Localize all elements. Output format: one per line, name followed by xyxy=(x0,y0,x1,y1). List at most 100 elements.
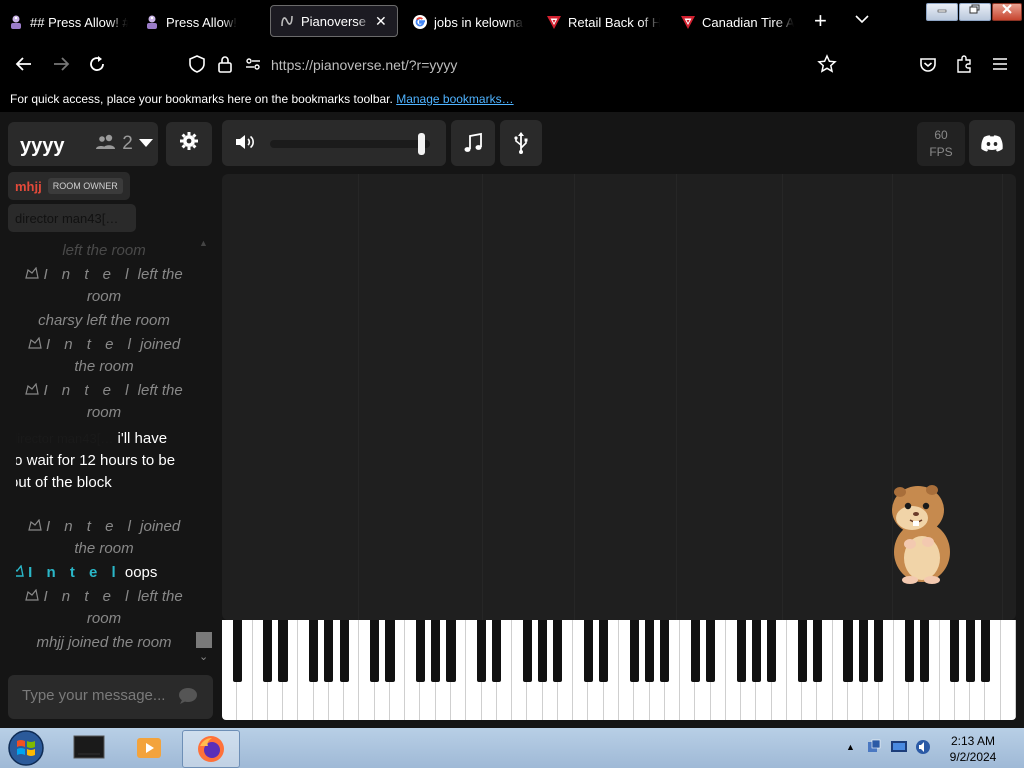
tab-pianoverse[interactable]: Pianoverse - yy ✕ xyxy=(270,5,398,37)
user-badge-icon xyxy=(25,588,43,605)
taskbar-app-terminal[interactable] xyxy=(66,730,112,766)
chat-message: mhjj joined the room xyxy=(16,632,192,654)
tray-volume-icon[interactable] xyxy=(914,739,932,760)
chat-message: charsy left the room xyxy=(16,310,192,332)
url-bar[interactable]: https://pianoverse.net/?r=yyyy xyxy=(271,57,457,73)
black-key[interactable] xyxy=(644,620,655,682)
user-badge-icon xyxy=(16,564,28,581)
black-key[interactable] xyxy=(950,620,960,682)
tab-canadian-tire[interactable]: Canadian Tire Ap xyxy=(680,6,794,38)
black-key[interactable] xyxy=(263,620,273,682)
black-key[interactable] xyxy=(446,620,456,682)
black-key[interactable] xyxy=(476,620,487,682)
piano-keyboard[interactable] xyxy=(222,620,1016,720)
volume-slider-handle[interactable] xyxy=(418,133,425,155)
black-key[interactable] xyxy=(339,620,349,682)
chat-bubble-icon[interactable] xyxy=(178,687,198,710)
black-key[interactable] xyxy=(751,620,761,682)
black-key[interactable] xyxy=(385,620,395,682)
black-key[interactable] xyxy=(660,620,670,682)
black-key[interactable] xyxy=(706,620,716,682)
black-key[interactable] xyxy=(904,620,914,682)
black-key[interactable] xyxy=(583,620,594,682)
black-key[interactable] xyxy=(843,620,853,682)
black-key[interactable] xyxy=(767,620,777,682)
room-selector[interactable]: yyyy 2 xyxy=(8,122,158,166)
black-key[interactable] xyxy=(965,620,975,682)
system-clock[interactable]: 2:13 AM 9/2/2024 xyxy=(942,733,1004,765)
music-note-icon xyxy=(451,120,495,166)
tray-display-icon[interactable] xyxy=(890,739,908,760)
shield-icon[interactable] xyxy=(188,54,206,78)
volume-icon[interactable] xyxy=(234,132,256,157)
tab-press-allow-1[interactable]: ## Press Allow! # xyxy=(8,6,128,38)
volume-slider[interactable] xyxy=(270,133,430,155)
scroll-up-icon[interactable]: ▲ xyxy=(199,238,208,248)
black-key[interactable] xyxy=(522,620,532,682)
black-key[interactable] xyxy=(492,620,502,682)
bookmark-star-icon[interactable] xyxy=(817,54,837,78)
discord-button[interactable] xyxy=(969,120,1015,166)
user-chip[interactable]: director man43[… xyxy=(8,204,136,232)
black-key[interactable] xyxy=(278,620,288,682)
show-hidden-icons[interactable]: ▲ xyxy=(846,742,855,752)
back-icon[interactable] xyxy=(14,54,34,78)
new-tab-button[interactable]: + xyxy=(814,10,827,32)
menu-icon[interactable] xyxy=(991,54,1009,78)
fps-value: 60 xyxy=(934,128,948,142)
hamster-image xyxy=(888,480,958,589)
minimize-button[interactable] xyxy=(926,3,958,21)
clock-date: 9/2/2024 xyxy=(949,750,997,764)
chevron-down-icon[interactable] xyxy=(138,136,154,152)
black-key[interactable] xyxy=(690,620,700,682)
permissions-icon[interactable] xyxy=(244,54,262,78)
white-key[interactable] xyxy=(1001,620,1016,720)
chat-user-name: I n t e l xyxy=(28,564,121,581)
tab-title: Pianoverse - yy xyxy=(301,13,371,29)
tray-network-icon[interactable] xyxy=(866,739,882,760)
close-tab-icon[interactable]: ✕ xyxy=(375,13,387,30)
tab-press-allow-2[interactable]: Press Allow! xyxy=(144,6,256,38)
pocket-icon[interactable] xyxy=(919,54,937,78)
black-key[interactable] xyxy=(858,620,868,682)
forward-icon[interactable] xyxy=(51,54,71,78)
instrument-button[interactable] xyxy=(451,120,495,166)
black-key[interactable] xyxy=(797,620,807,682)
user-chip[interactable]: mhjj ROOM OWNER xyxy=(8,172,130,200)
pianoverse-icon xyxy=(279,13,295,29)
scroll-down-icon[interactable]: ⌄ xyxy=(199,650,208,663)
lock-icon[interactable] xyxy=(217,54,233,78)
black-key[interactable] xyxy=(232,620,242,682)
chat-input[interactable]: Type your message... xyxy=(8,675,213,719)
restore-button[interactable] xyxy=(959,3,991,21)
black-key[interactable] xyxy=(324,620,334,682)
black-key[interactable] xyxy=(553,620,563,682)
tab-retail-back[interactable]: Retail Back of Ho xyxy=(546,6,660,38)
black-key[interactable] xyxy=(309,620,319,682)
black-key[interactable] xyxy=(736,620,746,682)
browser-tab-bar: ## Press Allow! # Press Allow! Pianovers… xyxy=(0,0,1024,44)
black-key[interactable] xyxy=(980,620,991,682)
black-key[interactable] xyxy=(629,620,639,682)
list-all-tabs-icon[interactable] xyxy=(855,12,869,27)
taskbar-app-media-player[interactable] xyxy=(126,730,172,766)
taskbar-app-firefox[interactable] xyxy=(182,730,240,768)
tab-google-jobs[interactable]: jobs in kelowna - xyxy=(412,6,524,38)
black-key[interactable] xyxy=(812,620,823,682)
black-key[interactable] xyxy=(599,620,609,682)
chat-message-text: left the room xyxy=(62,242,146,259)
black-key[interactable] xyxy=(431,620,441,682)
reload-icon[interactable] xyxy=(87,54,107,78)
black-key[interactable] xyxy=(415,620,426,682)
manage-bookmarks-link[interactable]: Manage bookmarks… xyxy=(396,92,513,106)
close-window-button[interactable] xyxy=(992,3,1022,21)
chat-scrollbar-thumb[interactable] xyxy=(196,632,212,648)
black-key[interactable] xyxy=(370,620,380,682)
black-key[interactable] xyxy=(538,620,548,682)
black-key[interactable] xyxy=(873,620,884,682)
midi-button[interactable] xyxy=(500,120,542,166)
settings-button[interactable] xyxy=(166,122,212,166)
black-key[interactable] xyxy=(919,620,929,682)
start-button[interactable] xyxy=(4,730,48,766)
extensions-icon[interactable] xyxy=(955,54,973,78)
